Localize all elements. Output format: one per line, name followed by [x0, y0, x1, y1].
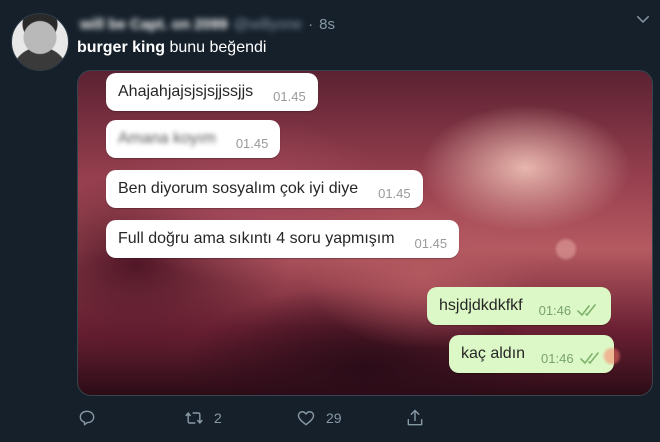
- tweet-text: burger king bunu beğendi: [77, 39, 266, 57]
- message-text: kaç aldın: [461, 345, 526, 362]
- like-count: 29: [326, 410, 342, 426]
- tweet-actions: 2 29: [77, 408, 497, 436]
- message-time: 01:46: [541, 350, 574, 366]
- reply-button[interactable]: [77, 408, 107, 428]
- author-handle[interactable]: @willyone: [234, 16, 303, 33]
- chat-bubble: Ben diyorum sosyalım çok iyi diye 01.45: [106, 170, 423, 208]
- tweet-time[interactable]: 8s: [319, 16, 335, 33]
- share-button[interactable]: [405, 408, 425, 428]
- message-text: Ben diyorum sosyalım çok iyi diye: [118, 180, 359, 197]
- reply-icon: [79, 410, 95, 426]
- like-icon: [297, 411, 315, 426]
- tweet-image[interactable]: Ahajahjajsjsjsjjssjjs 01.45 Amana koyım …: [77, 70, 653, 396]
- message-text: Ahajahjajsjsjsjjssjjs: [118, 83, 254, 100]
- avatar[interactable]: [11, 13, 69, 71]
- chat-bubble: Amana koyım 01.45: [106, 120, 281, 158]
- liked-by-name: burger king: [77, 39, 166, 56]
- message-time: 01:46: [538, 302, 572, 318]
- message-text: hsjdjdkdkfkf: [439, 297, 523, 314]
- message-time: 01.45: [378, 185, 411, 201]
- message-time: 01.45: [414, 235, 448, 251]
- message-time: 01.45: [235, 135, 269, 151]
- message-time: 01.45: [273, 88, 306, 104]
- tweet-header: will be Capt. on 2099 @willyone · 8s: [80, 14, 335, 34]
- chevron-down-icon[interactable]: [634, 10, 652, 28]
- author-name[interactable]: will be Capt. on 2099: [80, 16, 228, 33]
- separator-dot: ·: [308, 15, 314, 33]
- retweet-button[interactable]: 2: [184, 408, 222, 428]
- chat-bubble-outgoing: kaç aldın 01:46: [449, 335, 614, 373]
- liked-suffix: bunu beğendi: [169, 39, 267, 56]
- chat-bubble: Full doğru ama sıkıntı 4 soru yapmışım 0…: [106, 220, 460, 258]
- double-check-icon: [577, 304, 596, 316]
- chat-bubble-outgoing: hsjdjdkdkfkf 01:46: [427, 287, 612, 325]
- like-button[interactable]: 29: [296, 408, 342, 428]
- message-text: Full doğru ama sıkıntı 4 soru yapmışım: [118, 230, 395, 247]
- retweet-count: 2: [214, 410, 222, 426]
- chat-bubble: Ahajahjajsjsjsjjssjjs 01.45: [106, 73, 318, 111]
- retweet-icon: [185, 412, 203, 424]
- share-icon: [407, 409, 423, 426]
- double-check-icon: [579, 352, 599, 364]
- message-text: Amana koyım: [118, 130, 216, 147]
